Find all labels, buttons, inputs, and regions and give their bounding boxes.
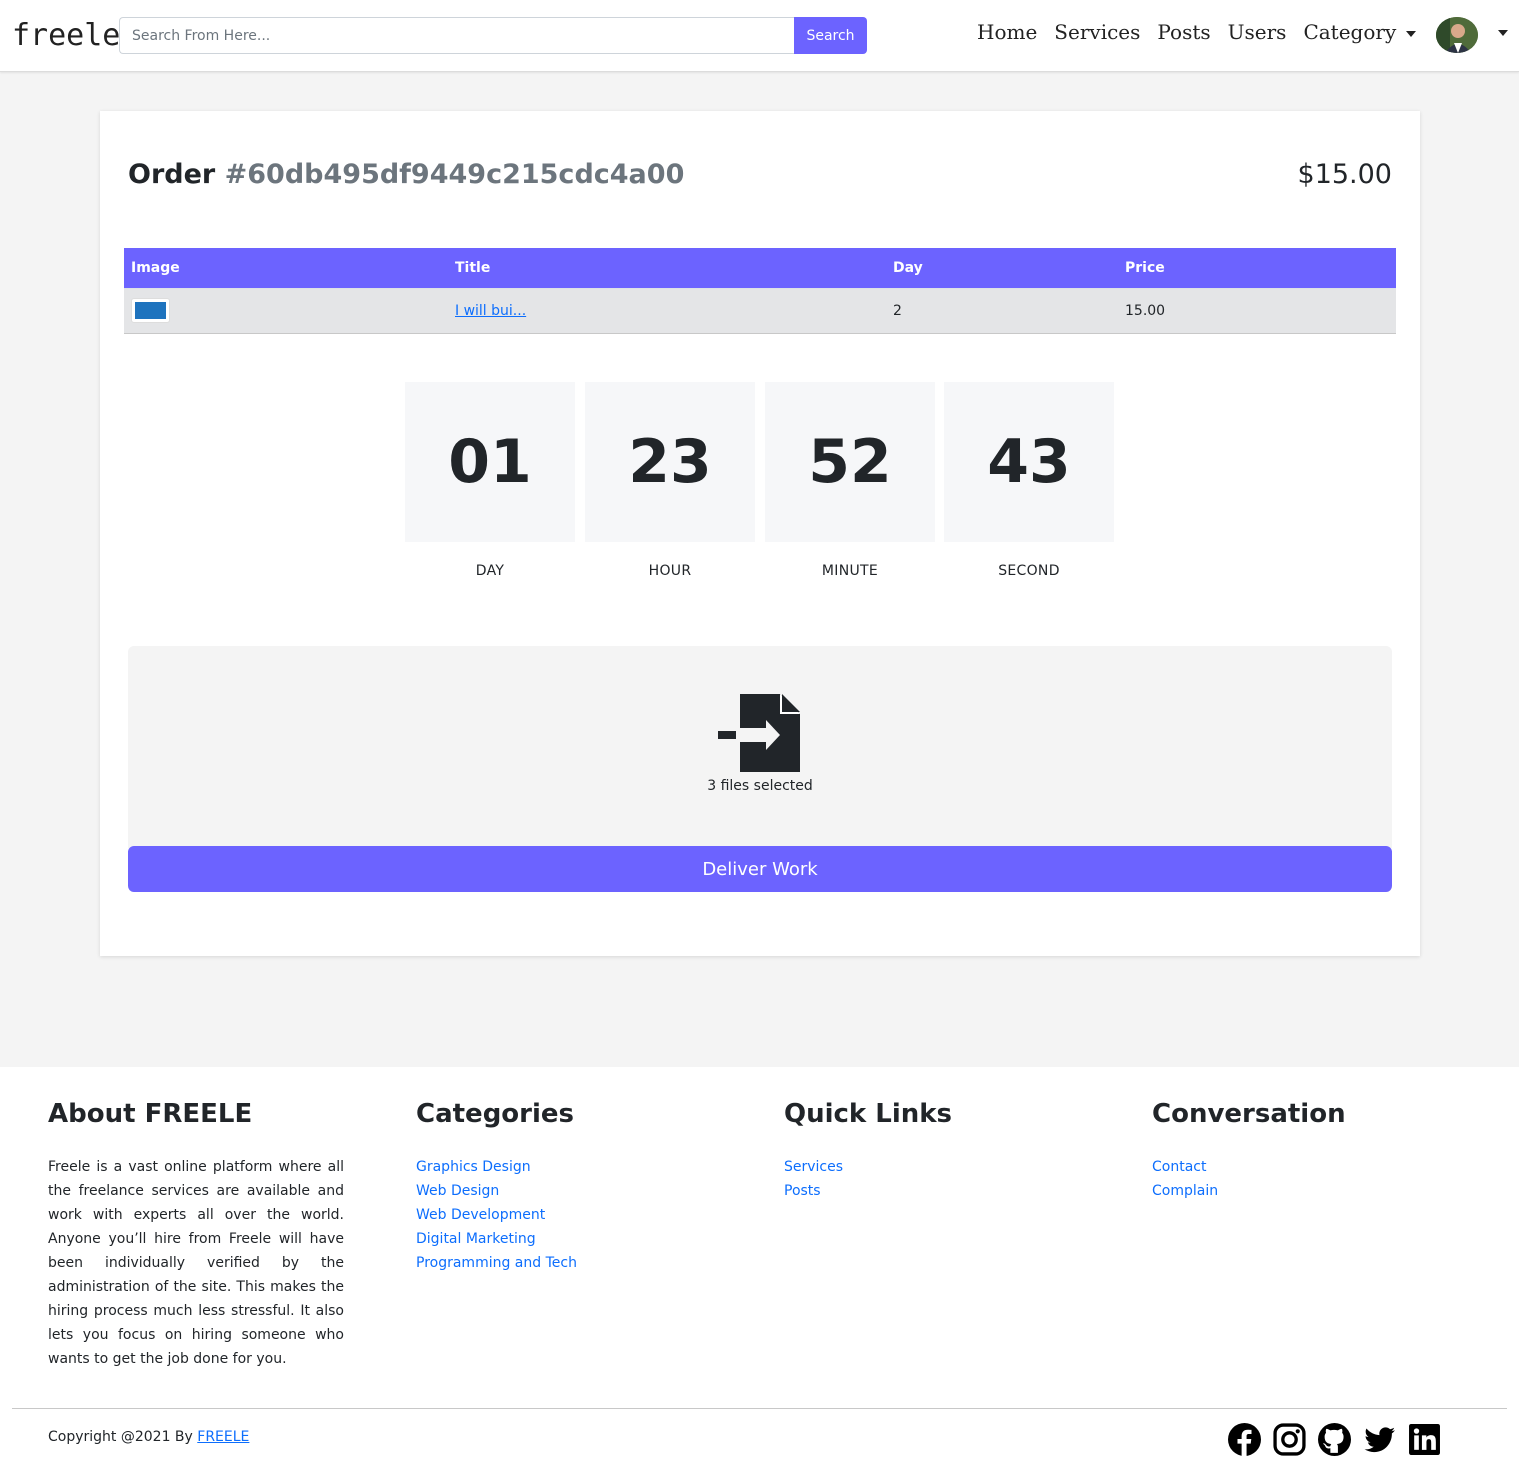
order-title: Order #60db495df9449c215cdc4a00: [128, 159, 684, 190]
service-thumbnail: [131, 298, 170, 323]
countdown-minute: 52 MINUTE: [765, 382, 935, 579]
search-button[interactable]: Search: [794, 17, 867, 54]
search-input[interactable]: [119, 17, 795, 54]
copyright: Copyright @2021 By FREELE: [48, 1429, 249, 1445]
avatar[interactable]: [1436, 17, 1478, 53]
footer-categories-title: Categories: [416, 1099, 575, 1129]
footer-link-web-design[interactable]: Web Design: [416, 1179, 712, 1203]
cell-price: 15.00: [1118, 288, 1396, 334]
twitter-icon[interactable]: [1363, 1423, 1396, 1456]
footer-about: About FREELE Freele is a vast online pla…: [48, 1099, 344, 1371]
countdown-day-value: 01: [405, 382, 575, 542]
order-id: #60db495df9449c215cdc4a00: [224, 159, 685, 190]
github-icon[interactable]: [1318, 1423, 1351, 1456]
countdown-second: 43 SECOND: [944, 382, 1114, 579]
copyright-text: Copyright @2021 By: [48, 1429, 193, 1445]
footer-link-graphics-design[interactable]: Graphics Design: [416, 1155, 712, 1179]
footer-link-contact[interactable]: Contact: [1152, 1155, 1448, 1179]
footer-link-programming-and-tech[interactable]: Programming and Tech: [416, 1251, 712, 1275]
navbar: freele Search Home Services Posts Users …: [0, 0, 1519, 72]
avatar-chevron-down-icon[interactable]: [1498, 30, 1508, 36]
thumbnail-image-icon: [135, 302, 166, 319]
countdown-day-label: DAY: [475, 563, 505, 579]
order-card: Order #60db495df9449c215cdc4a00 $15.00 I…: [100, 111, 1420, 956]
copyright-link[interactable]: FREELE: [197, 1429, 249, 1445]
column-header-price: Price: [1118, 248, 1396, 289]
nav-home[interactable]: Home: [977, 20, 1037, 44]
column-header-day: Day: [886, 248, 1118, 289]
user-photo-icon: [1436, 17, 1478, 53]
countdown-day: 01 DAY: [405, 382, 575, 579]
nav-posts[interactable]: Posts: [1157, 20, 1210, 44]
chevron-down-icon: [1406, 30, 1417, 37]
nav-links: Home Services Posts Users Category: [977, 20, 1433, 44]
footer-conversation: Conversation Contact Complain: [1152, 1099, 1448, 1203]
nav-category-label: Category: [1303, 20, 1397, 44]
nav-users[interactable]: Users: [1228, 20, 1287, 44]
footer-link-complain[interactable]: Complain: [1152, 1179, 1448, 1203]
footer-quick-links-title: Quick Links: [784, 1099, 953, 1129]
facebook-icon[interactable]: [1228, 1423, 1261, 1456]
column-header-title: Title: [448, 248, 886, 289]
footer-link-posts[interactable]: Posts: [784, 1179, 1080, 1203]
countdown-minute-label: MINUTE: [821, 563, 879, 579]
footer-link-services[interactable]: Services: [784, 1155, 1080, 1179]
service-title-link[interactable]: I will bui...: [455, 303, 526, 319]
files-selected-status: 3 files selected: [707, 778, 813, 794]
nav-services[interactable]: Services: [1054, 20, 1140, 44]
social-links: [1228, 1423, 1453, 1456]
brand-logo[interactable]: freele: [12, 18, 120, 53]
footer-quick-links: Quick Links Services Posts: [784, 1099, 1080, 1203]
deliver-work-button[interactable]: Deliver Work: [128, 846, 1392, 892]
footer: About FREELE Freele is a vast online pla…: [0, 1067, 1519, 1470]
cell-day: 2: [886, 288, 1118, 334]
instagram-icon[interactable]: [1273, 1423, 1306, 1456]
delivery-countdown: 01 DAY 23 HOUR 52 MINUTE 43 SECOND: [405, 382, 1115, 592]
footer-about-text: Freele is a vast online platform where a…: [48, 1159, 344, 1367]
countdown-hour-label: HOUR: [648, 563, 692, 579]
countdown-hour: 23 HOUR: [585, 382, 755, 579]
cell-image: [124, 288, 448, 334]
footer-conversation-title: Conversation: [1152, 1099, 1346, 1129]
footer-categories: Categories Graphics Design Web Design We…: [416, 1099, 712, 1275]
countdown-second-value: 43: [944, 382, 1114, 542]
countdown-hour-value: 23: [585, 382, 755, 542]
footer-link-web-development[interactable]: Web Development: [416, 1203, 712, 1227]
footer-about-title: About FREELE: [48, 1099, 253, 1129]
footer-divider: [12, 1408, 1507, 1409]
order-total: $15.00: [1297, 159, 1392, 190]
order-items-table: Image Title Day Price I will bui... 2 15…: [124, 248, 1396, 334]
file-upload-dropzone[interactable]: 3 files selected: [128, 646, 1392, 848]
countdown-minute-value: 52: [765, 382, 935, 542]
nav-category-dropdown[interactable]: Category: [1303, 20, 1417, 44]
linkedin-icon[interactable]: [1408, 1423, 1441, 1456]
file-import-icon: [718, 694, 800, 772]
order-label: Order: [128, 159, 216, 190]
table-row: I will bui... 2 15.00: [124, 288, 1396, 334]
column-header-image: Image: [124, 248, 448, 289]
countdown-second-label: SECOND: [998, 563, 1060, 579]
cell-title: I will bui...: [448, 288, 886, 334]
footer-link-digital-marketing[interactable]: Digital Marketing: [416, 1227, 712, 1251]
